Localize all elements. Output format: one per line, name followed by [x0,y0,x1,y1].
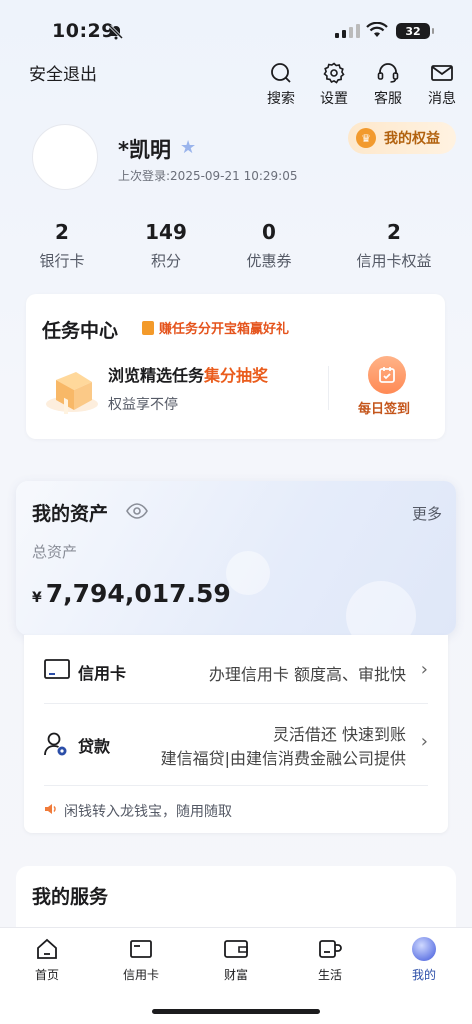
tab-home[interactable]: 首页 [12,936,82,983]
bell-off-icon [108,24,124,44]
my-assets-card[interactable]: 我的资产 更多 总资产 ¥7,794,017.59 [16,481,456,635]
last-login: 上次登录:2025-09-21 10:29:05 [118,169,298,183]
notice-text: 闲钱转入龙钱宝，随用随取 [64,804,232,820]
stat-value: 149 [145,220,187,244]
task-main-text[interactable]: 浏览精选任务集分抽奖 [108,362,268,386]
loan-desc-1: 灵活借还 快速到账 [272,725,406,744]
stat-label: 优惠券 [246,252,292,270]
chevron-right-icon: › [420,731,428,752]
stat-bank-cards[interactable]: 2 银行卡 [22,220,102,271]
task-promo-text: 赚任务分开宝箱赢好礼 [159,322,290,337]
eye-icon[interactable] [126,503,148,523]
total-assets-value: ¥7,794,017.59 [32,579,231,608]
battery-icon: 32 [396,23,434,39]
decor-bubble [346,581,416,635]
top-header: 安全退出 搜索 设置 客服 消息 [0,60,472,110]
loan-label: 贷款 [78,737,111,756]
task-main-prefix: 浏览精选任务 [108,366,205,385]
task-sub-text: 权益享不停 [108,397,178,413]
account-stats: 2 银行卡 149 积分 0 优惠券 2 信用卡权益 [0,220,472,272]
star-icon: ★ [180,137,197,158]
loan-desc-2: 建信福贷|由建信消费金融公司提供 [160,749,406,768]
cup-icon [295,936,365,962]
my-perks-label: 我的权益 [384,131,440,147]
stat-card-perks[interactable]: 2 信用卡权益 [344,220,444,271]
messages-label: 消息 [428,91,456,107]
profile-section: *凯明 ★ 上次登录:2025-09-21 10:29:05 ♛ 我的权益 [0,122,472,202]
products-list: 信用卡 办理信用卡 额度高、审批快 › 贷款 灵活借还 快速到账 建信福贷|由建… [24,635,448,833]
credit-card-icon [44,659,70,683]
gear-icon [309,60,359,86]
stat-value: 2 [55,220,69,244]
stat-label: 银行卡 [39,252,85,270]
search-icon [256,60,306,86]
stat-label: 信用卡权益 [356,252,432,270]
tab-label: 财富 [223,968,248,982]
messages-button[interactable]: 消息 [417,60,467,108]
credit-card-desc: 办理信用卡 额度高、审批快 [208,665,406,684]
user-name: *凯明 [118,138,171,162]
tab-me[interactable]: 我的 [389,936,459,983]
status-bar: 10:29 32 [0,0,472,62]
my-perks-button[interactable]: ♛ 我的权益 [348,122,456,154]
notice-bar[interactable]: 闲钱转入龙钱宝，随用随取 [44,801,232,821]
tab-label: 信用卡 [122,968,159,982]
task-center-card: 任务中心 赚任务分开宝箱赢好礼 浏览精选任务集分抽奖 权益享不停 每日签到 [26,294,445,439]
divider [44,703,428,704]
tab-life[interactable]: 生活 [295,936,365,983]
daily-checkin-button[interactable]: 每日签到 [358,398,410,417]
tab-label: 生活 [317,968,342,982]
stat-points[interactable]: 149 积分 [126,220,206,271]
divider [44,785,428,786]
wallet-icon [201,936,271,962]
status-time: 10:29 [52,20,115,42]
stat-coupons[interactable]: 0 优惠券 [229,220,309,271]
mail-icon [417,60,467,86]
loan-icon [44,731,68,761]
currency-symbol: ¥ [32,590,42,606]
decor-bubble [226,551,270,595]
signal-icon [335,24,360,38]
stat-label: 积分 [150,252,181,270]
support-button[interactable]: 客服 [363,60,413,108]
search-label: 搜索 [267,91,295,107]
search-button[interactable]: 搜索 [256,60,306,108]
logout-button[interactable]: 安全退出 [29,60,97,85]
crown-icon: ♛ [356,128,376,148]
total-assets-label: 总资产 [32,543,78,561]
services-title: 我的服务 [32,886,109,908]
loan-row[interactable]: 贷款 灵活借还 快速到账 建信福贷|由建信消费金融公司提供 › [24,705,448,785]
assets-title: 我的资产 [32,503,109,525]
chevron-right-icon: › [420,659,428,680]
task-promo[interactable]: 赚任务分开宝箱赢好礼 [142,318,289,337]
coin-icon [142,320,154,335]
calendar-check-icon[interactable] [368,356,406,394]
settings-label: 设置 [320,91,348,107]
headset-icon [363,60,413,86]
credit-card-row[interactable]: 信用卡 办理信用卡 额度高、审批快 › [24,635,448,705]
tab-credit-card[interactable]: 信用卡 [106,936,176,983]
tab-wealth[interactable]: 财富 [201,936,271,983]
home-indicator [152,1009,320,1014]
home-icon [12,936,82,962]
total-assets-amount: 7,794,017.59 [45,579,231,608]
wifi-icon [366,21,388,42]
stat-value: 2 [387,220,401,244]
avatar[interactable] [32,124,98,190]
support-label: 客服 [374,91,402,107]
credit-card-label: 信用卡 [78,664,127,683]
tab-label: 我的 [411,968,436,982]
assets-more-link[interactable]: 更多 [412,503,442,524]
me-icon [389,936,459,962]
divider [328,366,329,410]
task-center-title: 任务中心 [42,320,119,342]
gift-box-icon [42,364,102,418]
card-icon [106,936,176,962]
stat-value: 0 [262,220,276,244]
task-main-highlight: 集分抽奖 [204,366,269,385]
tab-label: 首页 [34,968,59,982]
speaker-icon [44,803,58,819]
settings-button[interactable]: 设置 [309,60,359,108]
